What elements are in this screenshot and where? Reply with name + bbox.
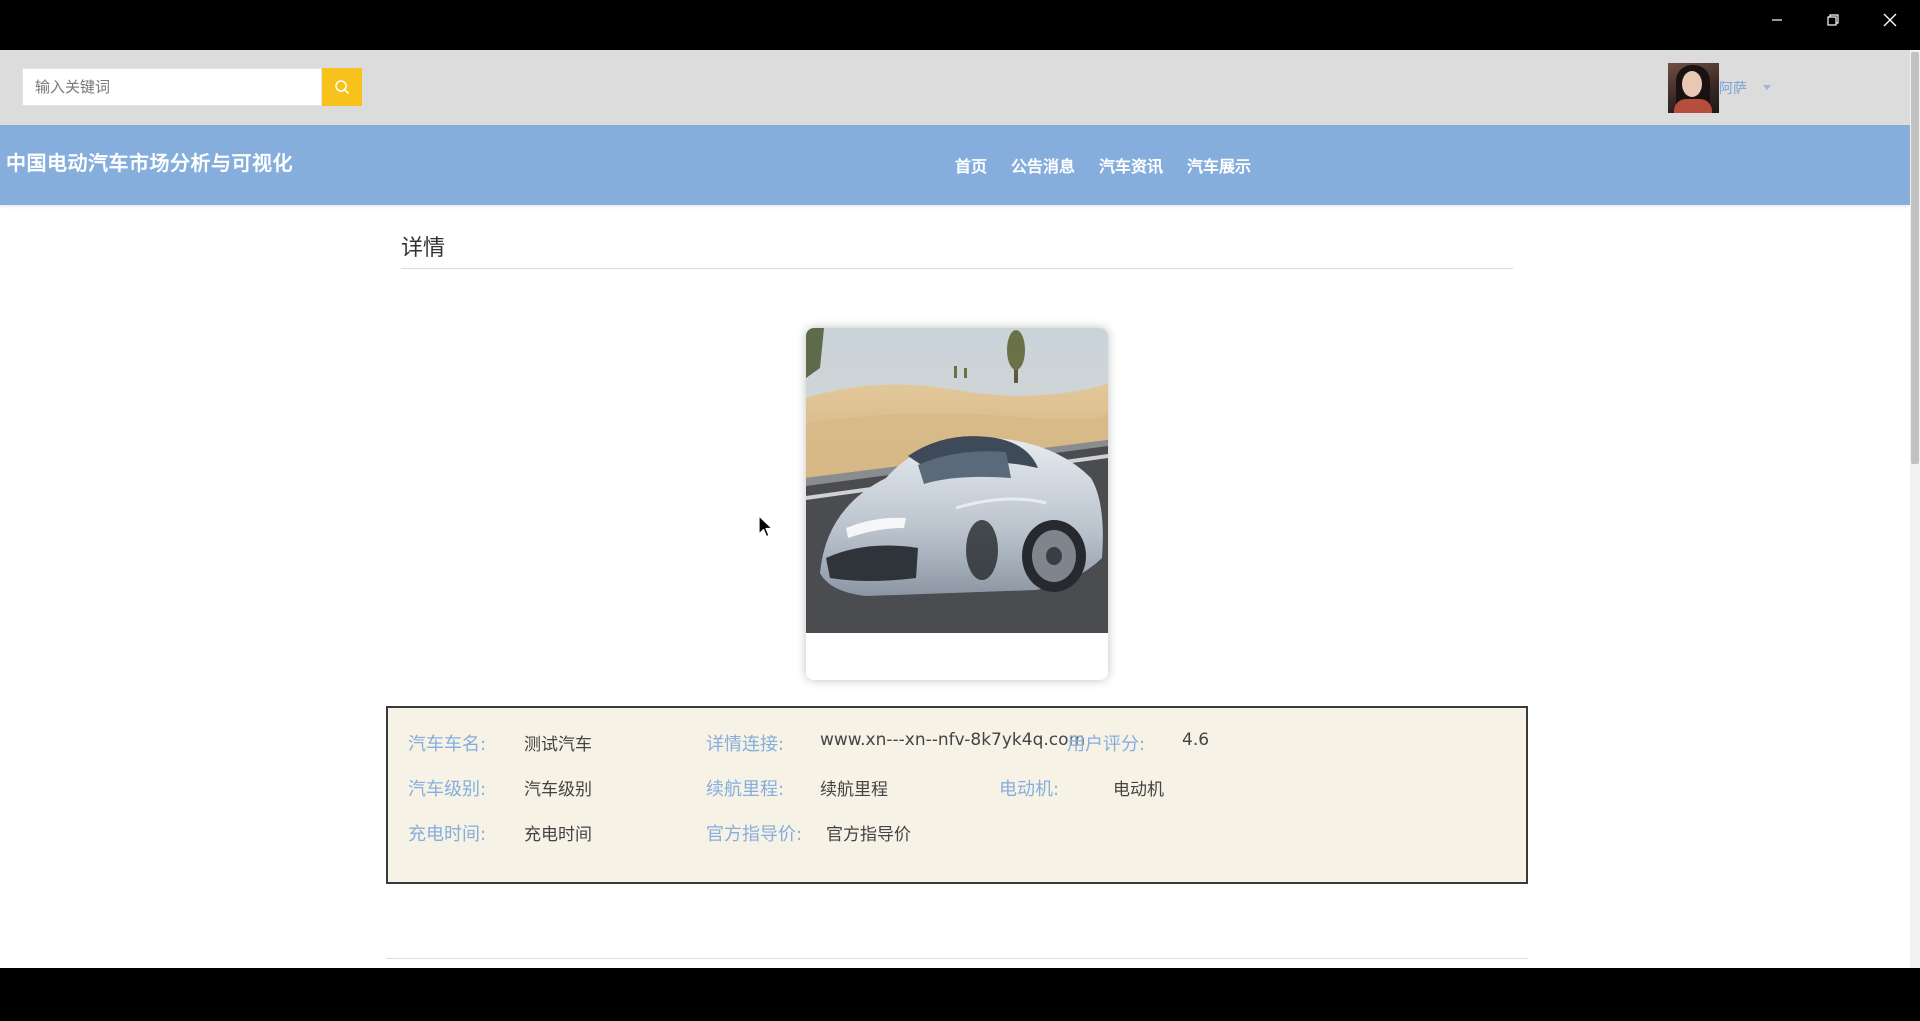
mouse-cursor-icon <box>758 515 773 538</box>
nav-item-car-news[interactable]: 汽车资讯 <box>1099 153 1163 177</box>
nav-item-announcements[interactable]: 公告消息 <box>1011 153 1075 177</box>
field-label: 详情连接: <box>706 734 785 755</box>
field-user-rating: 用户评分: <box>1067 730 1145 756</box>
top-bar: 阿萨 <box>0 50 1910 125</box>
detail-link[interactable]: www.xn---xn--nfv-8k7yk4q.com <box>820 730 1085 750</box>
divider <box>386 958 1528 959</box>
restore-icon[interactable] <box>1805 0 1861 40</box>
page-title: 详情 <box>401 236 446 261</box>
field-value: 官方指导价 <box>826 825 911 845</box>
search-icon <box>335 80 350 95</box>
username[interactable]: 阿萨 <box>1719 78 1747 98</box>
car-photo <box>806 328 1108 680</box>
field-value: 4.6 <box>1182 730 1210 750</box>
field-car-name: 汽车车名: <box>408 730 486 756</box>
car-info-panel: 汽车车名: 测试汽车 详情连接: www.xn---xn--nfv-8k7yk4… <box>386 706 1528 884</box>
scroll-thumb[interactable] <box>1911 52 1919 464</box>
search-box <box>22 68 322 106</box>
field-motor: 电动机: <box>999 775 1059 801</box>
field-label: 续航里程: <box>706 779 785 800</box>
scrollbar[interactable] <box>1910 50 1920 968</box>
window-titlebar <box>0 0 1920 50</box>
field-label: 充电时间: <box>408 824 487 845</box>
search-input[interactable] <box>23 69 321 105</box>
field-value: 电动机 <box>1113 780 1164 800</box>
nav-bar: 中国电动汽车市场分析与可视化 首页 公告消息 汽车资讯 汽车展示 <box>0 125 1910 205</box>
field-charge-time: 充电时间: <box>408 820 486 846</box>
field-range: 续航里程: <box>706 775 784 801</box>
field-value: 汽车级别 <box>524 780 592 800</box>
field-official-price: 官方指导价: <box>706 820 802 846</box>
field-car-level: 汽车级别: <box>408 775 486 801</box>
field-value: 测试汽车 <box>524 735 592 755</box>
avatar[interactable] <box>1668 63 1719 113</box>
divider <box>401 268 1513 269</box>
taskbar <box>0 968 1920 1021</box>
field-label: 官方指导价: <box>706 824 803 845</box>
close-icon[interactable] <box>1862 0 1918 40</box>
field-value: 续航里程 <box>820 780 888 800</box>
field-label: 汽车级别: <box>408 779 487 800</box>
minimize-icon[interactable] <box>1749 0 1805 40</box>
nav-item-home[interactable]: 首页 <box>955 153 987 177</box>
field-detail-link: 详情连接: <box>706 730 784 756</box>
caret-down-icon[interactable] <box>1763 85 1771 90</box>
app-viewport: 阿萨 中国电动汽车市场分析与可视化 首页 公告消息 汽车资讯 汽车展示 详情 <box>0 50 1920 968</box>
site-title: 中国电动汽车市场分析与可视化 <box>6 151 293 175</box>
field-label: 电动机: <box>999 779 1060 800</box>
nav-menu: 首页 公告消息 汽车资讯 汽车展示 <box>955 153 1275 177</box>
field-label: 用户评分: <box>1067 734 1146 755</box>
nav-item-car-showcase[interactable]: 汽车展示 <box>1187 153 1251 177</box>
field-value: 充电时间 <box>524 825 592 845</box>
field-label: 汽车车名: <box>408 734 487 755</box>
search-button[interactable] <box>322 68 362 106</box>
